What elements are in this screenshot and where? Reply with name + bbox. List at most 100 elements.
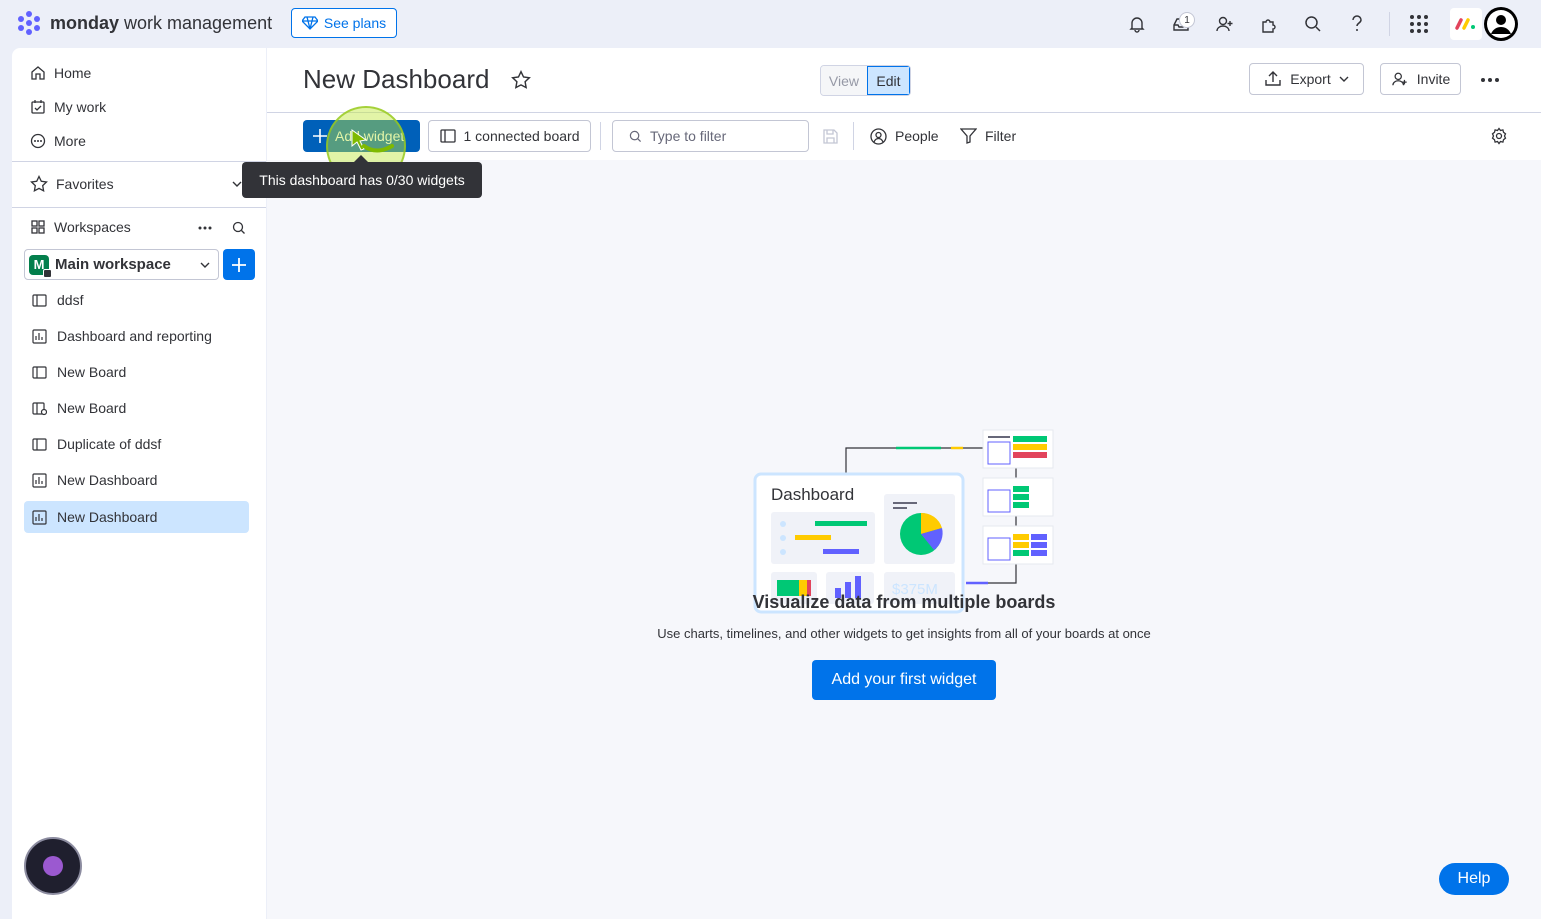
sidebar-board-new-dashboard[interactable]: New Dashboard — [24, 464, 249, 496]
illustration-title: Dashboard — [771, 485, 854, 504]
top-bar: monday work management See plans 1 — [0, 0, 1541, 48]
search-icon — [629, 130, 642, 142]
sidebar-board-new-board-shared[interactable]: New Board — [24, 392, 249, 424]
help-icon[interactable] — [1341, 8, 1373, 40]
diamond-icon — [301, 16, 318, 30]
connected-boards-button[interactable]: 1 connected board — [428, 120, 591, 152]
edit-mode-button[interactable]: Edit — [866, 66, 910, 95]
more-circle-icon — [30, 133, 46, 149]
see-plans-button[interactable]: See plans — [291, 8, 397, 38]
dashboard-icon — [32, 509, 47, 525]
empty-state-subheading: Use charts, timelines, and other widgets… — [657, 626, 1151, 641]
board-icon — [32, 437, 47, 451]
board-label: New Board — [57, 400, 127, 416]
nav-home[interactable]: Home — [30, 61, 91, 85]
page-title[interactable]: New Dashboard — [303, 64, 489, 95]
invite-label: Invite — [1416, 71, 1451, 87]
board-label: ddsf — [57, 292, 84, 308]
workspace-avatar: M — [29, 254, 52, 278]
filter-button[interactable]: Filter — [960, 120, 1016, 152]
invite-member-icon — [1392, 72, 1407, 86]
empty-state-heading: Visualize data from multiple boards — [752, 592, 1056, 612]
search-icon[interactable] — [1297, 8, 1329, 40]
apps-icon[interactable] — [1253, 8, 1285, 40]
view-mode-button[interactable]: View — [821, 66, 867, 95]
avatar-icon[interactable] — [1484, 7, 1518, 41]
ai-orb-icon — [43, 856, 63, 876]
help-button[interactable]: Help — [1439, 863, 1509, 895]
gear-icon[interactable] — [1490, 127, 1508, 145]
favorite-star-icon[interactable] — [511, 70, 531, 90]
workspace-search-icon[interactable] — [232, 221, 246, 235]
sidebar-board-duplicate-ddsf[interactable]: Duplicate of ddsf — [24, 428, 249, 460]
nav-home-label: Home — [54, 65, 92, 81]
left-sidebar: Home My work More Favorites Workspaces M… — [12, 48, 266, 919]
inbox-badge: 1 — [1179, 12, 1195, 28]
board-label: Duplicate of ddsf — [57, 436, 162, 452]
dashboard-icon — [32, 472, 47, 488]
board-label: New Dashboard — [57, 472, 158, 488]
sidebar-board-ddsf[interactable]: ddsf — [24, 284, 249, 316]
sidebar-divider — [12, 161, 266, 162]
invite-member-icon[interactable] — [1209, 8, 1241, 40]
save-icon[interactable] — [823, 129, 838, 144]
invite-button[interactable]: Invite — [1380, 63, 1461, 95]
board-label: New Dashboard — [57, 509, 158, 525]
home-icon — [31, 66, 45, 80]
view-edit-toggle: View Edit — [820, 65, 911, 96]
workspace-options-icon[interactable] — [198, 226, 212, 230]
filter-search-input[interactable]: Type to filter — [612, 120, 809, 152]
export-button[interactable]: Export — [1249, 63, 1364, 95]
ai-assistant-button[interactable] — [24, 837, 82, 895]
sidebar-divider-2 — [12, 207, 266, 208]
filter-placeholder: Type to filter — [650, 128, 727, 144]
person-circle-icon — [870, 127, 887, 145]
sidebar-board-new-dashboard-selected[interactable]: New Dashboard — [24, 501, 249, 533]
plus-icon — [232, 257, 246, 272]
monday-logo-icon[interactable] — [1450, 8, 1482, 40]
nav-my-work[interactable]: My work — [30, 95, 106, 119]
people-label: People — [895, 128, 939, 144]
star-icon — [30, 175, 48, 192]
see-plans-label: See plans — [323, 15, 387, 31]
widget-count-tooltip: This dashboard has 0/30 widgets — [242, 155, 482, 198]
nav-more[interactable]: More — [30, 129, 86, 153]
toolbar-divider-2 — [853, 122, 854, 150]
chevron-down-icon — [232, 181, 242, 187]
chevron-down-icon — [200, 262, 210, 268]
workspaces-header: Workspaces — [30, 215, 131, 239]
brand-logo[interactable]: monday work management — [16, 10, 272, 36]
nav-more-label: More — [54, 133, 86, 149]
bell-icon[interactable] — [1121, 8, 1153, 40]
topbar-divider — [1389, 12, 1390, 36]
sidebar-board-new-board[interactable]: New Board — [24, 356, 249, 388]
nav-my-work-label: My work — [54, 99, 107, 115]
board-label: Dashboard and reporting — [57, 328, 212, 344]
connected-boards-label: 1 connected board — [463, 128, 580, 144]
upload-icon — [1265, 71, 1281, 86]
monday-dots-icon — [18, 11, 40, 35]
sidebar-board-dashboard-reporting[interactable]: Dashboard and reporting — [24, 320, 249, 352]
board-icon — [439, 129, 456, 143]
workspace-name: Main workspace — [55, 256, 171, 273]
add-item-button[interactable] — [223, 249, 255, 280]
favorites-label: Favorites — [56, 176, 114, 192]
workspaces-label: Workspaces — [54, 219, 131, 235]
cursor-icon — [351, 129, 394, 153]
home-badge-icon — [43, 268, 52, 278]
toolbar-divider — [600, 122, 601, 150]
dashboard-icon — [32, 328, 47, 344]
more-options-icon[interactable] — [1480, 68, 1500, 92]
people-filter-button[interactable]: People — [870, 120, 939, 152]
favorites-section[interactable]: Favorites — [30, 172, 248, 196]
inbox-icon[interactable]: 1 — [1165, 8, 1197, 40]
brand-bold: monday — [50, 12, 120, 33]
app-switcher-icon[interactable] — [1403, 8, 1435, 40]
header-divider — [267, 112, 1541, 113]
plus-icon — [313, 129, 327, 143]
dashboard-illustration: Dashboard $375M — [753, 429, 1054, 614]
workspace-select[interactable]: M Main workspace — [24, 249, 219, 280]
board-label: New Board — [57, 364, 127, 380]
add-first-widget-button[interactable]: Add your first widget — [812, 660, 996, 700]
grid-icon — [31, 220, 45, 234]
